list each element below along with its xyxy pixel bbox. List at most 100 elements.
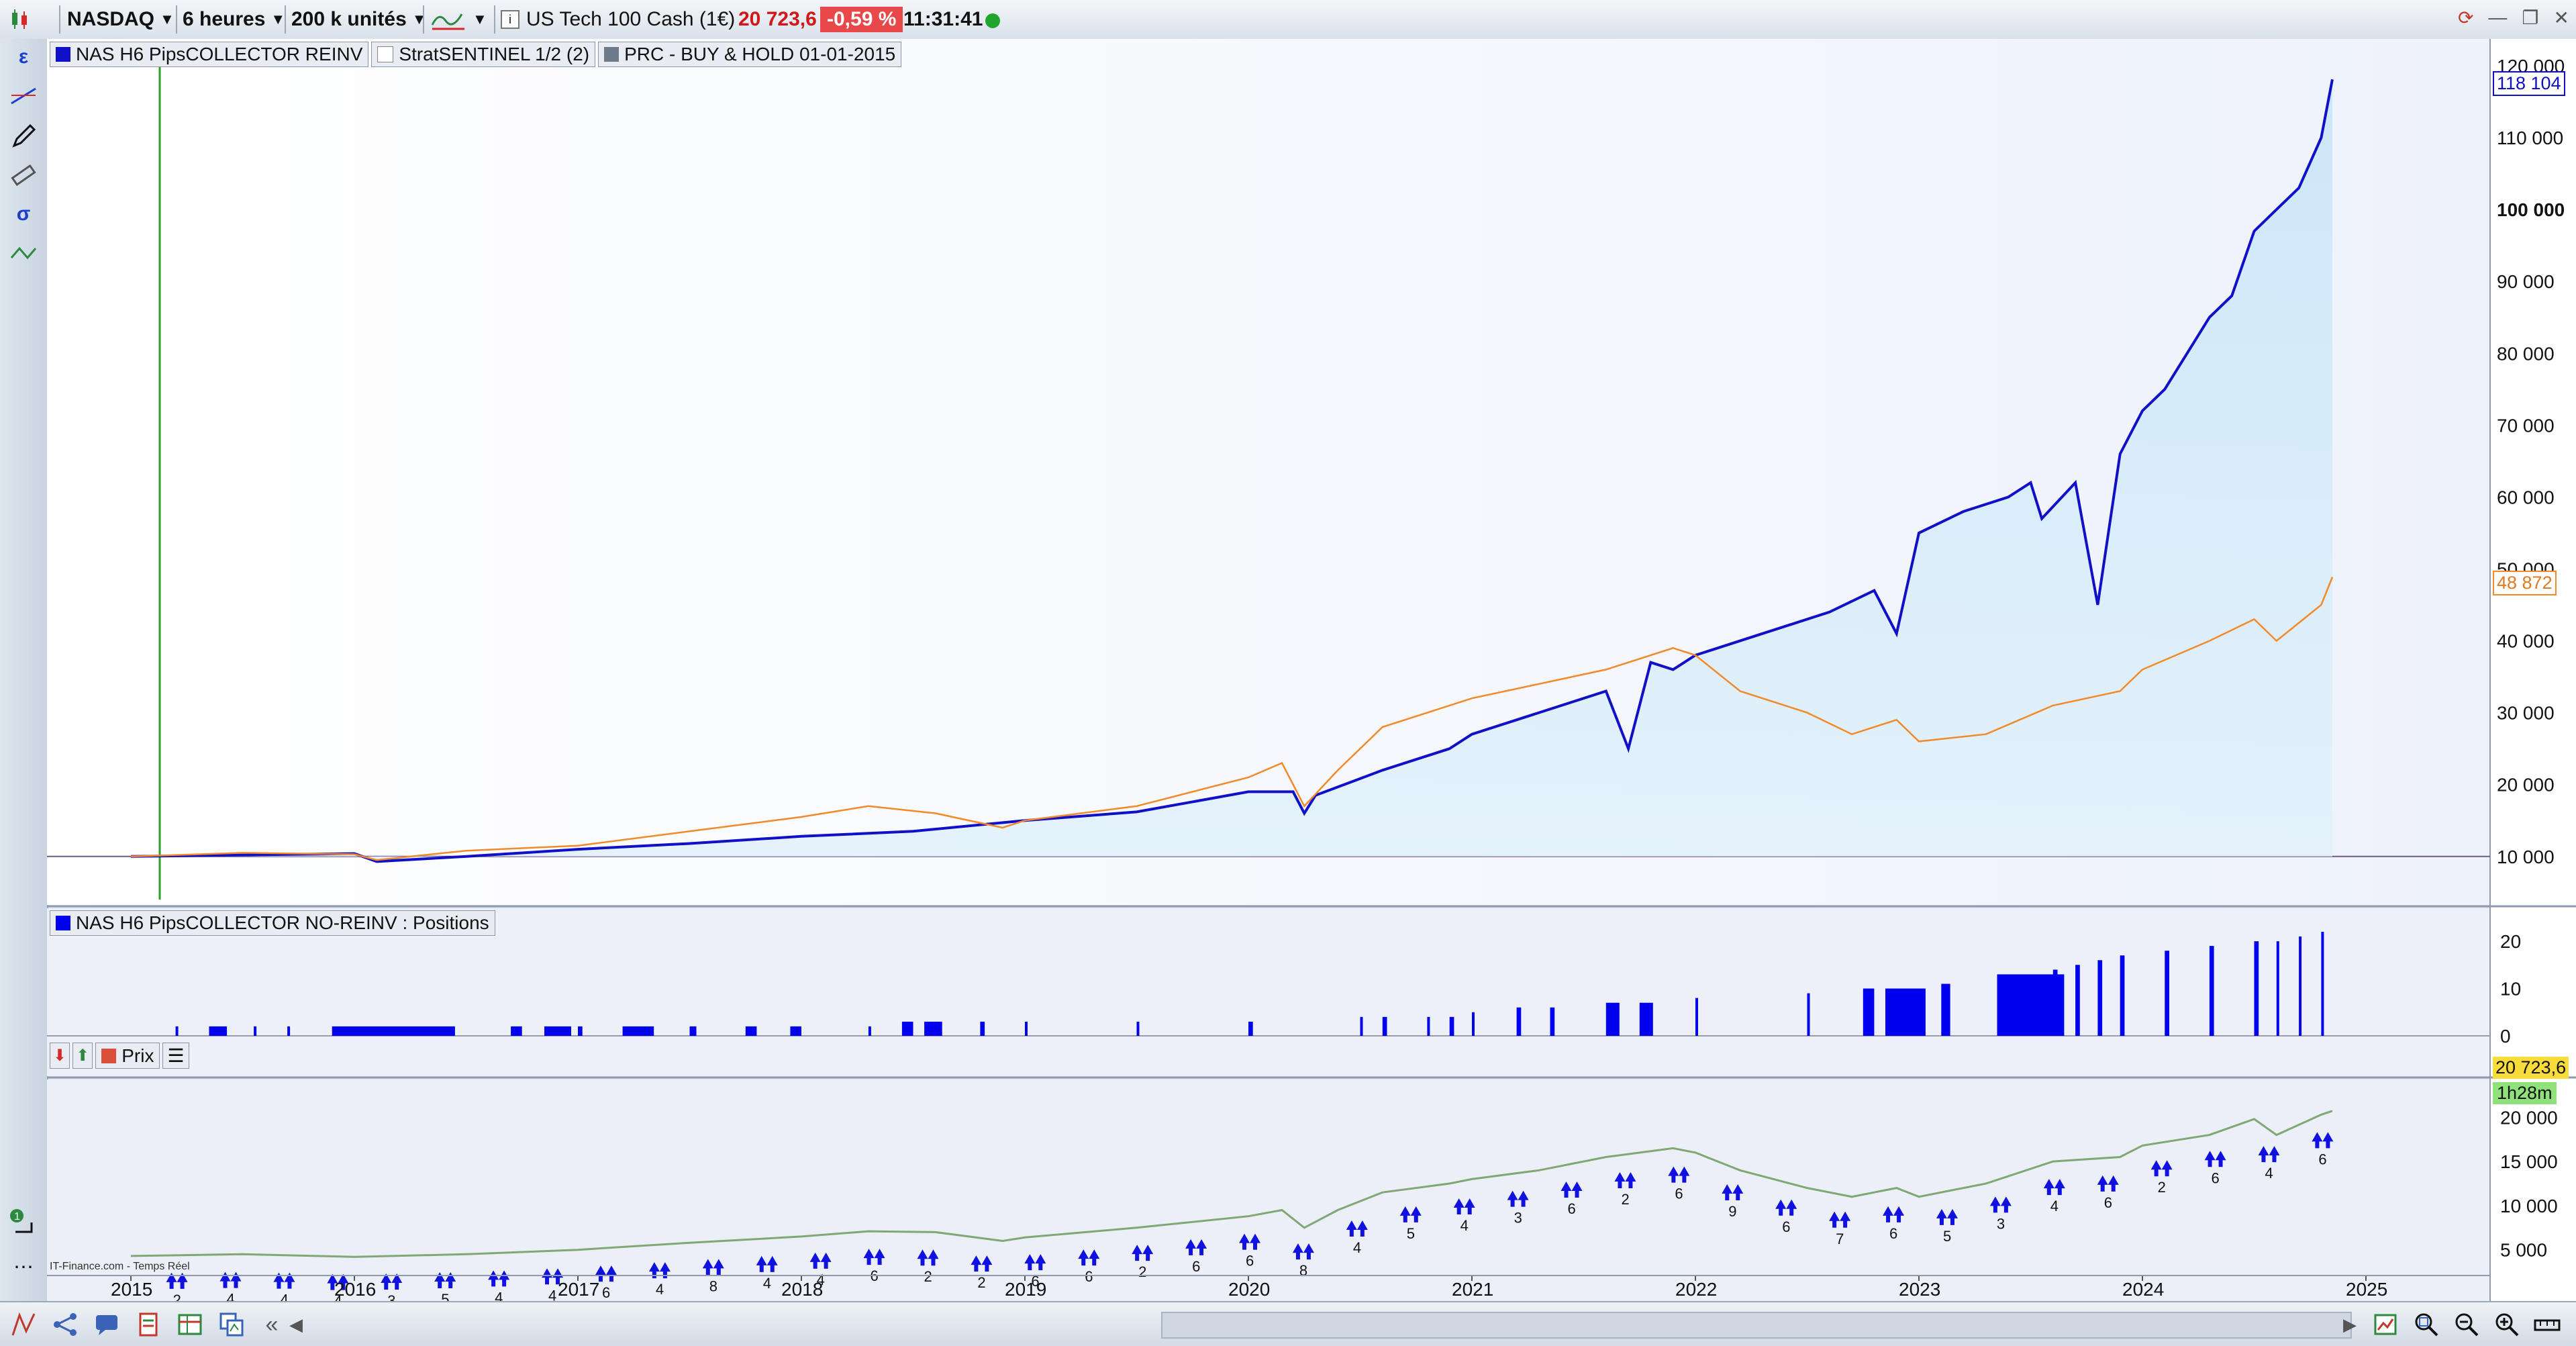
position-bar bbox=[1550, 1007, 1555, 1036]
table-icon[interactable] bbox=[173, 1308, 207, 1341]
position-bar bbox=[2209, 946, 2214, 1036]
buy-arrow-button[interactable]: ⬆ bbox=[72, 1043, 93, 1069]
status-dot bbox=[985, 13, 1000, 28]
bottom-toolbar: « ◀ ▶ bbox=[0, 1301, 2576, 1346]
close-icon[interactable]: ✕ bbox=[2554, 7, 2569, 29]
position-bar bbox=[790, 1026, 801, 1036]
signal-count-label: 5 bbox=[1407, 1225, 1415, 1242]
signal-count-label: 7 bbox=[1836, 1231, 1844, 1247]
position-bar bbox=[689, 1026, 697, 1036]
chart-settings-icon[interactable] bbox=[2369, 1308, 2403, 1341]
position-bar bbox=[1941, 983, 1950, 1036]
signal-count-label: 4 bbox=[656, 1281, 664, 1298]
refresh-icon[interactable]: ⟳ bbox=[2458, 7, 2473, 29]
legend-label: StratSENTINEL 1/2 (2) bbox=[399, 44, 590, 64]
signal-count-label: 3 bbox=[387, 1292, 395, 1301]
trendline-icon[interactable] bbox=[8, 81, 39, 111]
legend-buyhold[interactable]: PRC - BUY & HOLD 01-01-2015 bbox=[598, 42, 902, 67]
signal-count-label: 6 bbox=[1782, 1218, 1790, 1235]
price-badge: 20 723,6 bbox=[2493, 1057, 2569, 1079]
arrow-up-icon: ⬆ bbox=[76, 1047, 90, 1065]
zoom-out-icon[interactable] bbox=[2450, 1308, 2483, 1341]
scroll-left-icon[interactable]: ◀ bbox=[279, 1308, 313, 1341]
signal-count-label: 8 bbox=[1299, 1262, 1307, 1279]
y-tick-label: 10 bbox=[2500, 979, 2521, 1000]
position-bar bbox=[2165, 951, 2169, 1036]
legend-reinv[interactable]: NAS H6 PipsCOLLECTOR REINV bbox=[50, 42, 369, 67]
signal-count-label: 6 bbox=[2212, 1169, 2220, 1186]
top-toolbar: NASDAQ ▼ 6 heures ▼ 200 k unités ▼ ▼ i US T… bbox=[0, 0, 2576, 40]
chart-area[interactable]: 10 00020 00030 00040 00050 00060 00070 0… bbox=[47, 39, 2576, 1301]
timeframe-label: 6 heures bbox=[183, 8, 266, 30]
list-button[interactable]: ☰ bbox=[162, 1043, 189, 1069]
watermark: IT-Finance.com - Temps Réel bbox=[50, 1261, 190, 1272]
x-tick-label: 2025 bbox=[2346, 1279, 2387, 1300]
minimize-icon[interactable]: — bbox=[2488, 7, 2507, 29]
position-bar bbox=[1136, 1021, 1140, 1036]
zoom-area-icon[interactable] bbox=[2410, 1308, 2443, 1341]
reinv-last-label: 118 104 bbox=[2493, 71, 2565, 96]
legend-label: NAS H6 PipsCOLLECTOR NO-REINV : Position… bbox=[76, 912, 489, 933]
panel3-legend: ⬇ ⬆ Prix ☰ bbox=[50, 1043, 192, 1069]
legend-sentinel[interactable]: StratSENTINEL 1/2 (2) bbox=[371, 42, 596, 67]
y-tick-label: 110 000 bbox=[2497, 128, 2563, 148]
signal-count-label: 4 bbox=[2050, 1198, 2059, 1214]
position-bar bbox=[511, 1026, 522, 1036]
legend-positions[interactable]: NAS H6 PipsCOLLECTOR NO-REINV : Position… bbox=[50, 910, 495, 936]
scroll-right-icon[interactable]: ▶ bbox=[2333, 1308, 2367, 1341]
legend-label: Prix bbox=[121, 1045, 154, 1066]
y-tick-label: 80 000 bbox=[2497, 343, 2555, 364]
blue-swatch bbox=[56, 916, 70, 930]
channel-icon[interactable] bbox=[8, 238, 39, 269]
document-icon[interactable] bbox=[132, 1308, 165, 1341]
signal-count-label: 4 bbox=[495, 1289, 503, 1301]
position-bar bbox=[1382, 1016, 1387, 1036]
signal-count-label: 6 bbox=[2104, 1194, 2112, 1211]
signal-count-label: 6 bbox=[602, 1284, 610, 1301]
horizontal-scrollbar[interactable] bbox=[1161, 1312, 2352, 1339]
units-select[interactable]: 200 k unités ▼ bbox=[291, 4, 427, 35]
sigma-icon[interactable]: σ bbox=[8, 199, 39, 230]
panel2-legend: NAS H6 PipsCOLLECTOR NO-REINV : Position… bbox=[50, 910, 498, 936]
position-bar bbox=[1449, 1016, 1454, 1036]
scale-icon[interactable] bbox=[2530, 1308, 2564, 1341]
position-bar bbox=[2097, 960, 2103, 1036]
more-icon[interactable]: ⋯ bbox=[8, 1251, 39, 1282]
pencil-icon[interactable] bbox=[8, 121, 39, 152]
indicators-button[interactable]: ▼ bbox=[430, 4, 487, 35]
position-bar bbox=[1472, 1012, 1475, 1036]
restore-icon[interactable]: ❐ bbox=[2522, 7, 2538, 29]
instrument-info[interactable]: i US Tech 100 Cash (1€) bbox=[501, 4, 735, 35]
share-icon[interactable] bbox=[48, 1308, 82, 1341]
market-select[interactable]: NASDAQ ▼ bbox=[67, 4, 175, 35]
indicator-chart-icon bbox=[431, 13, 464, 30]
alerts-icon[interactable]: 1 bbox=[8, 1207, 39, 1238]
position-bar bbox=[2254, 941, 2259, 1036]
draw-icon[interactable] bbox=[7, 1308, 40, 1341]
signal-count-label: 4 bbox=[1353, 1239, 1361, 1256]
info-icon: i bbox=[501, 10, 519, 29]
comment-icon[interactable] bbox=[90, 1308, 123, 1341]
y-tick-label: 90 000 bbox=[2497, 271, 2555, 292]
position-bar bbox=[1807, 993, 1810, 1036]
position-bar bbox=[2052, 969, 2058, 1036]
legend-prix[interactable]: Prix bbox=[95, 1043, 160, 1069]
x-tick-label: 2024 bbox=[2122, 1279, 2164, 1300]
sell-arrow-button[interactable]: ⬇ bbox=[50, 1043, 70, 1069]
position-bar bbox=[2299, 936, 2302, 1036]
signal-count-label: 2 bbox=[1621, 1191, 1629, 1208]
countdown-badge: 1h28m bbox=[2493, 1082, 2557, 1104]
ruler-icon[interactable] bbox=[8, 160, 39, 191]
position-bar bbox=[622, 1026, 654, 1036]
position-bar bbox=[2321, 932, 2324, 1036]
windows-icon[interactable] bbox=[215, 1308, 248, 1341]
x-tick-label: 2022 bbox=[1675, 1279, 1717, 1300]
candles-icon[interactable] bbox=[8, 4, 32, 35]
legend-label: PRC - BUY & HOLD 01-01-2015 bbox=[624, 44, 896, 64]
epsilon-icon[interactable]: ε bbox=[8, 42, 39, 73]
position-bar bbox=[2075, 965, 2080, 1036]
y-tick-label: 0 bbox=[2500, 1026, 2511, 1047]
window-controls: ⟳ — ❐ ✕ bbox=[2458, 7, 2569, 29]
timeframe-select[interactable]: 6 heures ▼ bbox=[183, 4, 285, 35]
zoom-in-icon[interactable] bbox=[2490, 1308, 2524, 1341]
